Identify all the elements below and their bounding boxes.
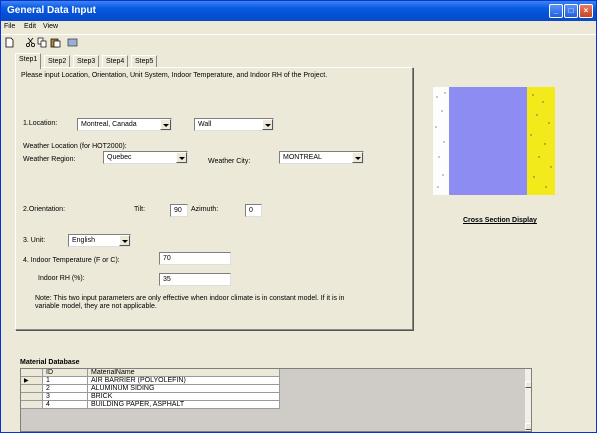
- note-text: Note: This two input parameters are only…: [35, 295, 345, 310]
- weather-location-label: Weather Location (for HOT2000):: [23, 143, 127, 150]
- weather-city-label: Weather City:: [208, 158, 251, 165]
- wall-select[interactable]: Wall: [194, 118, 274, 131]
- cell-material-name[interactable]: AIR BARRIER (POLYOLEFIN): [88, 377, 280, 385]
- table-row[interactable]: ▶ 1 AIR BARRIER (POLYOLEFIN): [21, 377, 280, 385]
- location-value: Montreal, Canada: [81, 121, 137, 128]
- chevron-down-icon[interactable]: [176, 152, 187, 163]
- weather-city-select[interactable]: MONTREAL: [279, 151, 364, 164]
- cell-material-name[interactable]: BUILDING PAPER, ASPHALT: [88, 401, 280, 409]
- scroll-down-button[interactable]: [525, 423, 531, 430]
- cell-id[interactable]: 4: [43, 401, 88, 409]
- cell-material-name[interactable]: ALUMINUM SIDING: [88, 385, 280, 393]
- cross-section-texture: [435, 92, 552, 188]
- vertical-scrollbar[interactable]: [525, 369, 531, 431]
- table-row[interactable]: 2 ALUMINUM SIDING: [21, 385, 280, 393]
- column-header-id[interactable]: ID: [43, 369, 88, 377]
- tilt-input[interactable]: 90: [170, 204, 188, 217]
- tab-step1[interactable]: Step1: [15, 53, 42, 69]
- indoor-rh-label: Indoor RH (%):: [38, 275, 85, 282]
- menu-edit[interactable]: Edit: [24, 23, 36, 30]
- instructions-text: Please input Location, Orientation, Unit…: [21, 72, 328, 79]
- azimuth-label: Azimuth:: [191, 206, 219, 213]
- table-header-row: ID MaterialName: [21, 369, 280, 377]
- row-header: [21, 393, 43, 401]
- new-icon[interactable]: [4, 37, 15, 48]
- location-label: 1.Location:: [23, 120, 58, 127]
- azimuth-input[interactable]: 0: [245, 204, 262, 217]
- weather-region-label: Weather Region:: [23, 156, 76, 163]
- maximize-button[interactable]: □: [564, 4, 578, 18]
- cross-section-title: Cross Section Display: [463, 217, 537, 224]
- tilt-label: Tilt:: [134, 206, 146, 213]
- orientation-label: 2.Orientation:: [23, 206, 66, 213]
- material-database-title: Material Database: [20, 359, 80, 366]
- chevron-down-icon[interactable]: [119, 235, 130, 246]
- row-header: [21, 385, 43, 393]
- menu-file[interactable]: File: [4, 23, 15, 30]
- indoor-rh-input[interactable]: 35: [159, 273, 231, 286]
- menu-bar: File Edit View: [1, 21, 596, 33]
- window-title: General Data Input: [7, 5, 96, 16]
- weather-region-value: Quebec: [107, 154, 132, 161]
- unit-select[interactable]: English: [68, 234, 131, 247]
- chevron-down-icon[interactable]: [262, 119, 273, 130]
- weather-city-value: MONTREAL: [283, 154, 322, 161]
- toolbar: [1, 34, 596, 49]
- undo-icon[interactable]: [67, 37, 78, 48]
- cell-material-name[interactable]: BRICK: [88, 393, 280, 401]
- cut-icon[interactable]: [25, 37, 36, 48]
- table-row[interactable]: 3 BRICK: [21, 393, 280, 401]
- indoor-temp-label: 4. Indoor Temperature (F or C):: [23, 257, 120, 264]
- paste-icon[interactable]: [50, 37, 61, 48]
- wall-value: Wall: [198, 121, 212, 128]
- chevron-down-icon[interactable]: [160, 119, 171, 130]
- column-header-material-name[interactable]: MaterialName: [88, 369, 280, 377]
- row-header: [21, 401, 43, 409]
- cell-id[interactable]: 3: [43, 393, 88, 401]
- menu-view[interactable]: View: [43, 23, 58, 30]
- main-window: General Data Input _ □ × File Edit View …: [0, 0, 597, 433]
- unit-value: English: [72, 237, 95, 244]
- row-header-corner: [21, 369, 43, 377]
- cross-section-display: [433, 87, 555, 195]
- title-bar[interactable]: General Data Input _ □ ×: [1, 1, 596, 21]
- close-button[interactable]: ×: [579, 4, 593, 18]
- unit-label: 3. Unit:: [23, 237, 46, 244]
- material-database-grid[interactable]: ID MaterialName ▶ 1 AIR BARRIER (POLYOLE…: [20, 368, 532, 432]
- row-indicator-icon: ▶: [21, 377, 43, 385]
- minimize-button[interactable]: _: [549, 4, 563, 18]
- step1-panel: [15, 67, 413, 330]
- cell-id[interactable]: 1: [43, 377, 88, 385]
- copy-icon[interactable]: [37, 37, 48, 48]
- indoor-temp-input[interactable]: 70: [159, 252, 231, 265]
- location-select[interactable]: Montreal, Canada: [77, 118, 172, 131]
- weather-region-select[interactable]: Quebec: [103, 151, 188, 164]
- cell-id[interactable]: 2: [43, 385, 88, 393]
- table-row[interactable]: 4 BUILDING PAPER, ASPHALT: [21, 401, 280, 409]
- chevron-down-icon[interactable]: [352, 152, 363, 163]
- scroll-up-button[interactable]: [525, 381, 531, 388]
